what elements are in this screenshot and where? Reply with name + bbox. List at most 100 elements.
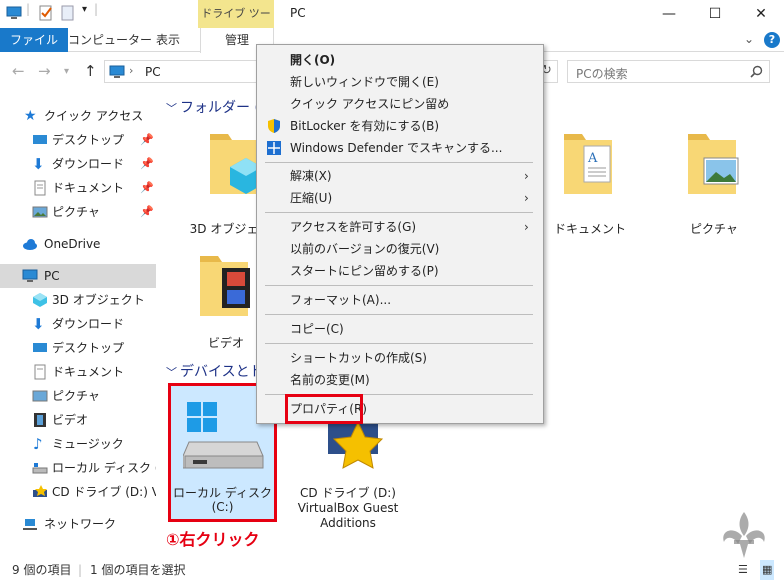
submenu-arrow-icon: › bbox=[524, 191, 529, 205]
navigation-pane: ★ クイック アクセス デスクトップ 📌 ⬇ ダウンロード 📌 ドキュメント 📌… bbox=[0, 96, 156, 556]
breadcrumb-chevron-icon[interactable]: › bbox=[129, 64, 133, 77]
window-title: PC bbox=[290, 6, 306, 20]
sidebar-item-pictures[interactable]: ピクチャ 📌 bbox=[0, 200, 156, 224]
pin-icon[interactable]: 📌 bbox=[140, 128, 154, 152]
address-path: PC bbox=[145, 65, 161, 79]
computer-icon bbox=[22, 269, 38, 282]
drive-tools-contextual-tab: ドライブ ツール bbox=[198, 0, 274, 48]
menu-item-pin-quick-access[interactable]: クイック アクセスにピン留め bbox=[258, 93, 542, 115]
context-menu: 開く(O) 新しいウィンドウで開く(E) クイック アクセスにピン留め BitL… bbox=[256, 44, 544, 424]
menu-item-compress[interactable]: 圧縮(U) › bbox=[258, 187, 542, 209]
pin-icon[interactable]: 📌 bbox=[140, 176, 154, 200]
search-icon[interactable] bbox=[750, 65, 763, 78]
menu-item-extract[interactable]: 解凍(X) › bbox=[258, 165, 542, 187]
sidebar-item-desktop[interactable]: デスクトップ 📌 bbox=[0, 128, 156, 152]
svg-text:A: A bbox=[587, 151, 598, 166]
menu-item-rename[interactable]: 名前の変更(M) bbox=[258, 369, 542, 391]
sidebar-item-pictures-pc[interactable]: ピクチャ bbox=[0, 384, 156, 408]
submenu-arrow-icon: › bbox=[524, 220, 529, 234]
menu-separator bbox=[265, 162, 533, 163]
maximize-button[interactable]: ☐ bbox=[692, 0, 738, 28]
menu-item-open[interactable]: 開く(O) bbox=[258, 49, 542, 71]
sidebar-item-pc[interactable]: PC bbox=[0, 264, 156, 288]
search-input[interactable]: PCの検索 bbox=[567, 60, 770, 83]
forward-arrow-icon[interactable]: → bbox=[38, 62, 51, 80]
star-icon: ★ bbox=[24, 108, 37, 124]
film-icon bbox=[34, 413, 46, 427]
customize-qa-icon[interactable]: ▾ bbox=[82, 4, 87, 15]
fleur-de-lis-icon bbox=[723, 512, 765, 558]
defender-icon bbox=[267, 141, 281, 155]
drive-label: VirtualBox Guest bbox=[297, 501, 399, 515]
menu-item-format[interactable]: フォーマット(A)... bbox=[258, 289, 542, 311]
cd-drive-icon bbox=[33, 485, 47, 497]
folder-label: ピクチャ bbox=[690, 222, 738, 236]
menu-item-open-new-window[interactable]: 新しいウィンドウで開く(E) bbox=[258, 71, 542, 93]
divider: | bbox=[78, 563, 83, 577]
computer-icon[interactable] bbox=[6, 5, 22, 21]
sidebar-item-downloads[interactable]: ⬇ ダウンロード 📌 bbox=[0, 152, 156, 176]
menu-item-copy[interactable]: コピー(C) bbox=[258, 318, 542, 340]
submenu-arrow-icon: › bbox=[524, 169, 529, 183]
collapse-chevron-icon[interactable]: ﹀ bbox=[166, 100, 177, 116]
desktop-icon bbox=[33, 135, 47, 144]
divider: | bbox=[94, 2, 99, 16]
document-icon bbox=[34, 364, 46, 380]
music-note-icon: ♪ bbox=[33, 435, 43, 453]
menu-item-give-access[interactable]: アクセスを許可する(G) › bbox=[258, 216, 542, 238]
details-view-icon[interactable]: ☰ bbox=[738, 560, 748, 580]
menu-separator bbox=[265, 314, 533, 315]
expand-ribbon-icon[interactable]: ⌄ bbox=[744, 32, 754, 46]
minimize-button[interactable]: — bbox=[646, 0, 692, 28]
download-arrow-icon: ⬇ bbox=[32, 155, 45, 173]
menu-separator bbox=[265, 343, 533, 344]
network-icon bbox=[23, 519, 37, 530]
sidebar-item-music[interactable]: ♪ ミュージック bbox=[0, 432, 156, 456]
menu-item-pin-start[interactable]: スタートにピン留めする(P) bbox=[258, 260, 542, 282]
recent-locations-icon[interactable]: ▾ bbox=[64, 66, 69, 77]
menu-item-defender-scan[interactable]: Windows Defender でスキャンする... bbox=[258, 137, 542, 159]
menu-item-bitlocker[interactable]: BitLocker を有効にする(B) bbox=[258, 115, 542, 137]
folder-pictures[interactable]: ピクチャ bbox=[664, 128, 764, 238]
tab-view[interactable]: 表示 bbox=[146, 28, 190, 52]
folder-icon bbox=[200, 256, 250, 316]
item-count: 9 個の項目 bbox=[12, 563, 72, 577]
drive-label: Additions bbox=[320, 516, 376, 530]
sidebar-item-quick-access[interactable]: ★ クイック アクセス bbox=[0, 104, 156, 128]
cube-icon bbox=[33, 293, 47, 307]
menu-separator bbox=[265, 285, 533, 286]
download-arrow-icon: ⬇ bbox=[32, 315, 45, 333]
sidebar-item-onedrive[interactable]: OneDrive bbox=[0, 232, 156, 256]
pin-icon[interactable]: 📌 bbox=[140, 200, 154, 224]
sidebar-item-3d-objects[interactable]: 3D オブジェクト bbox=[0, 288, 156, 312]
sidebar-item-documents[interactable]: ドキュメント 📌 bbox=[0, 176, 156, 200]
drive-label: CD ドライブ (D:) bbox=[300, 486, 396, 500]
computer-icon bbox=[109, 65, 125, 78]
pin-icon[interactable]: 📌 bbox=[140, 152, 154, 176]
new-folder-icon[interactable] bbox=[60, 5, 76, 21]
sidebar-item-downloads-pc[interactable]: ⬇ ダウンロード bbox=[0, 312, 156, 336]
menu-item-create-shortcut[interactable]: ショートカットの作成(S) bbox=[258, 347, 542, 369]
cloud-icon bbox=[23, 239, 37, 250]
back-arrow-icon[interactable]: ← bbox=[12, 62, 25, 80]
sidebar-item-videos[interactable]: ビデオ bbox=[0, 408, 156, 432]
folder-documents[interactable]: A ドキュメント bbox=[540, 128, 640, 238]
highlight-box-properties bbox=[285, 394, 363, 424]
sidebar-item-desktop-pc[interactable]: デスクトップ bbox=[0, 336, 156, 360]
help-icon[interactable]: ? bbox=[764, 32, 780, 48]
status-bar: 9 個の項目 | 1 個の項目を選択 ☰ ▦ bbox=[0, 560, 784, 580]
large-icons-view-icon[interactable]: ▦ bbox=[760, 560, 775, 580]
folder-icon bbox=[210, 134, 262, 194]
sidebar-item-local-disk[interactable]: ローカル ディスク (C:) bbox=[0, 456, 156, 480]
sidebar-item-documents-pc[interactable]: ドキュメント bbox=[0, 360, 156, 384]
sidebar-item-cd-drive[interactable]: CD ドライブ (D:) VirtualBox Guest Additions bbox=[0, 480, 156, 504]
collapse-chevron-icon[interactable]: ﹀ bbox=[166, 364, 177, 380]
folder-label: ドキュメント bbox=[553, 222, 626, 236]
properties-check-icon[interactable] bbox=[38, 5, 54, 21]
selection-count: 1 個の項目を選択 bbox=[90, 563, 186, 577]
close-button[interactable]: ✕ bbox=[738, 0, 784, 28]
sidebar-item-network[interactable]: ネットワーク bbox=[0, 512, 156, 536]
divider: | bbox=[26, 2, 31, 16]
menu-item-restore-versions[interactable]: 以前のバージョンの復元(V) bbox=[258, 238, 542, 260]
up-arrow-icon[interactable]: ↑ bbox=[84, 62, 97, 80]
